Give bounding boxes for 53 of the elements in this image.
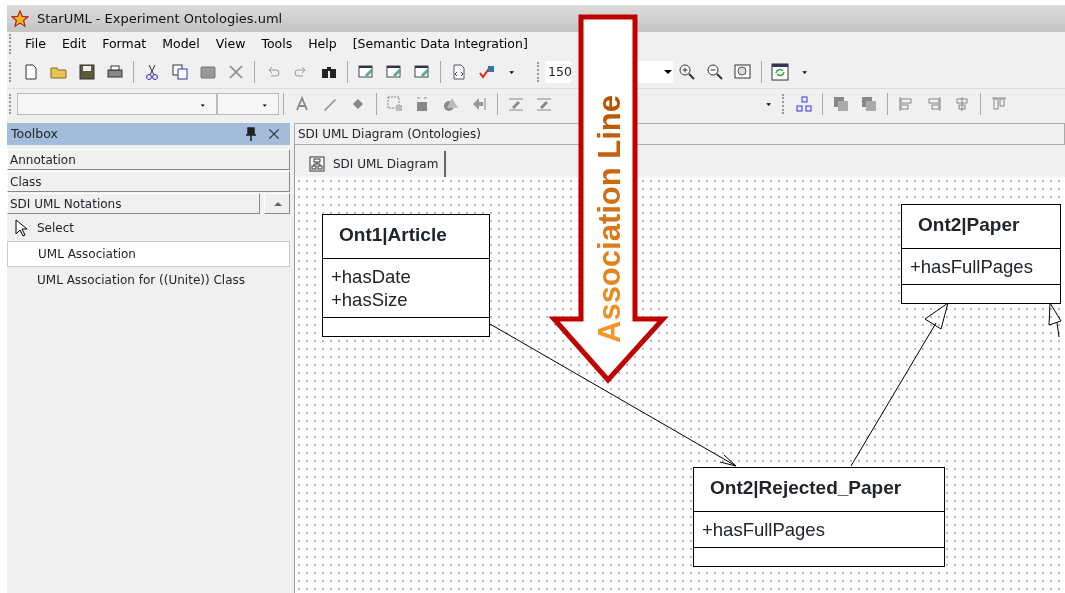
select-tool[interactable]: Select (7, 215, 290, 241)
xml-document-icon[interactable] (450, 62, 468, 82)
toolbox-item[interactable]: UML Association for ((Unite)) Class (7, 267, 290, 293)
generalization-line[interactable] (1048, 302, 1062, 338)
class-box[interactable]: Ont2|Paper +hasFullPages (901, 204, 1061, 304)
section-header[interactable]: Class (7, 171, 290, 192)
class-attribute: +hasFullPages (702, 517, 826, 541)
menu-item[interactable]: Help (300, 34, 345, 54)
up-triangle-icon (273, 200, 283, 207)
dropdown-button[interactable] (637, 61, 673, 83)
star-logo-icon (11, 9, 29, 28)
annotation-label: Association Line (592, 94, 627, 343)
dotted-square-icon[interactable] (386, 94, 404, 114)
toolbox-item[interactable]: UML Association (7, 241, 290, 267)
menu-item[interactable]: Edit (53, 34, 95, 54)
document-icon[interactable] (22, 62, 40, 82)
zoom-in-icon[interactable] (678, 62, 696, 82)
menu-item[interactable]: File (17, 34, 54, 54)
class-name: Ont1|Article (323, 215, 489, 259)
panel-title: Toolbox (11, 124, 59, 143)
align-right-icon[interactable] (925, 94, 943, 114)
class-attribute: +hasDate (331, 264, 412, 288)
toolbox-item-label: Select (37, 220, 75, 237)
refresh-window-icon[interactable] (771, 62, 789, 82)
class-attribute: +hasFullPages (910, 254, 1034, 278)
class-box[interactable]: Ont2|Rejected_Paper +hasFullPages (693, 467, 945, 567)
menu-item[interactable]: Format (94, 34, 155, 54)
window-title: StarUML - Experiment Ontologies.uml (37, 9, 283, 28)
zoom-fit-icon[interactable] (734, 62, 752, 82)
overlap-squares-icon[interactable] (832, 94, 850, 114)
section-header[interactable]: Annotation (7, 149, 290, 170)
menu-item[interactable]: Model (154, 34, 208, 54)
hierarchy-icon[interactable] (795, 94, 813, 114)
menu-item[interactable]: View (207, 34, 254, 54)
collapse-button[interactable] (264, 193, 290, 214)
class-name: Ont2|Paper (902, 205, 1060, 249)
menu-item[interactable]: Tools (253, 34, 301, 54)
zoom-out-icon[interactable] (706, 62, 724, 82)
pointer-icon (15, 219, 29, 237)
caret-icon (663, 69, 673, 75)
section-header[interactable]: SDI UML Notations (7, 193, 260, 214)
overlap-squares-icon[interactable] (860, 94, 878, 114)
align-center-icon[interactable] (953, 94, 971, 114)
diagram-icon (309, 156, 325, 172)
pin-icon[interactable] (245, 124, 257, 144)
zoom-field[interactable]: 150 (545, 61, 571, 83)
menu-item[interactable]: [Semantic Data Integration] (344, 34, 536, 54)
class-attribute: +hasSize (331, 287, 409, 311)
class-name: Ont2|Rejected_Paper (694, 468, 944, 512)
align-left-icon[interactable] (897, 94, 915, 114)
copy-icon[interactable] (171, 62, 189, 82)
scissors-icon[interactable] (143, 62, 161, 82)
class-box[interactable]: Ont1|Article +hasDate +hasSize (322, 214, 490, 337)
